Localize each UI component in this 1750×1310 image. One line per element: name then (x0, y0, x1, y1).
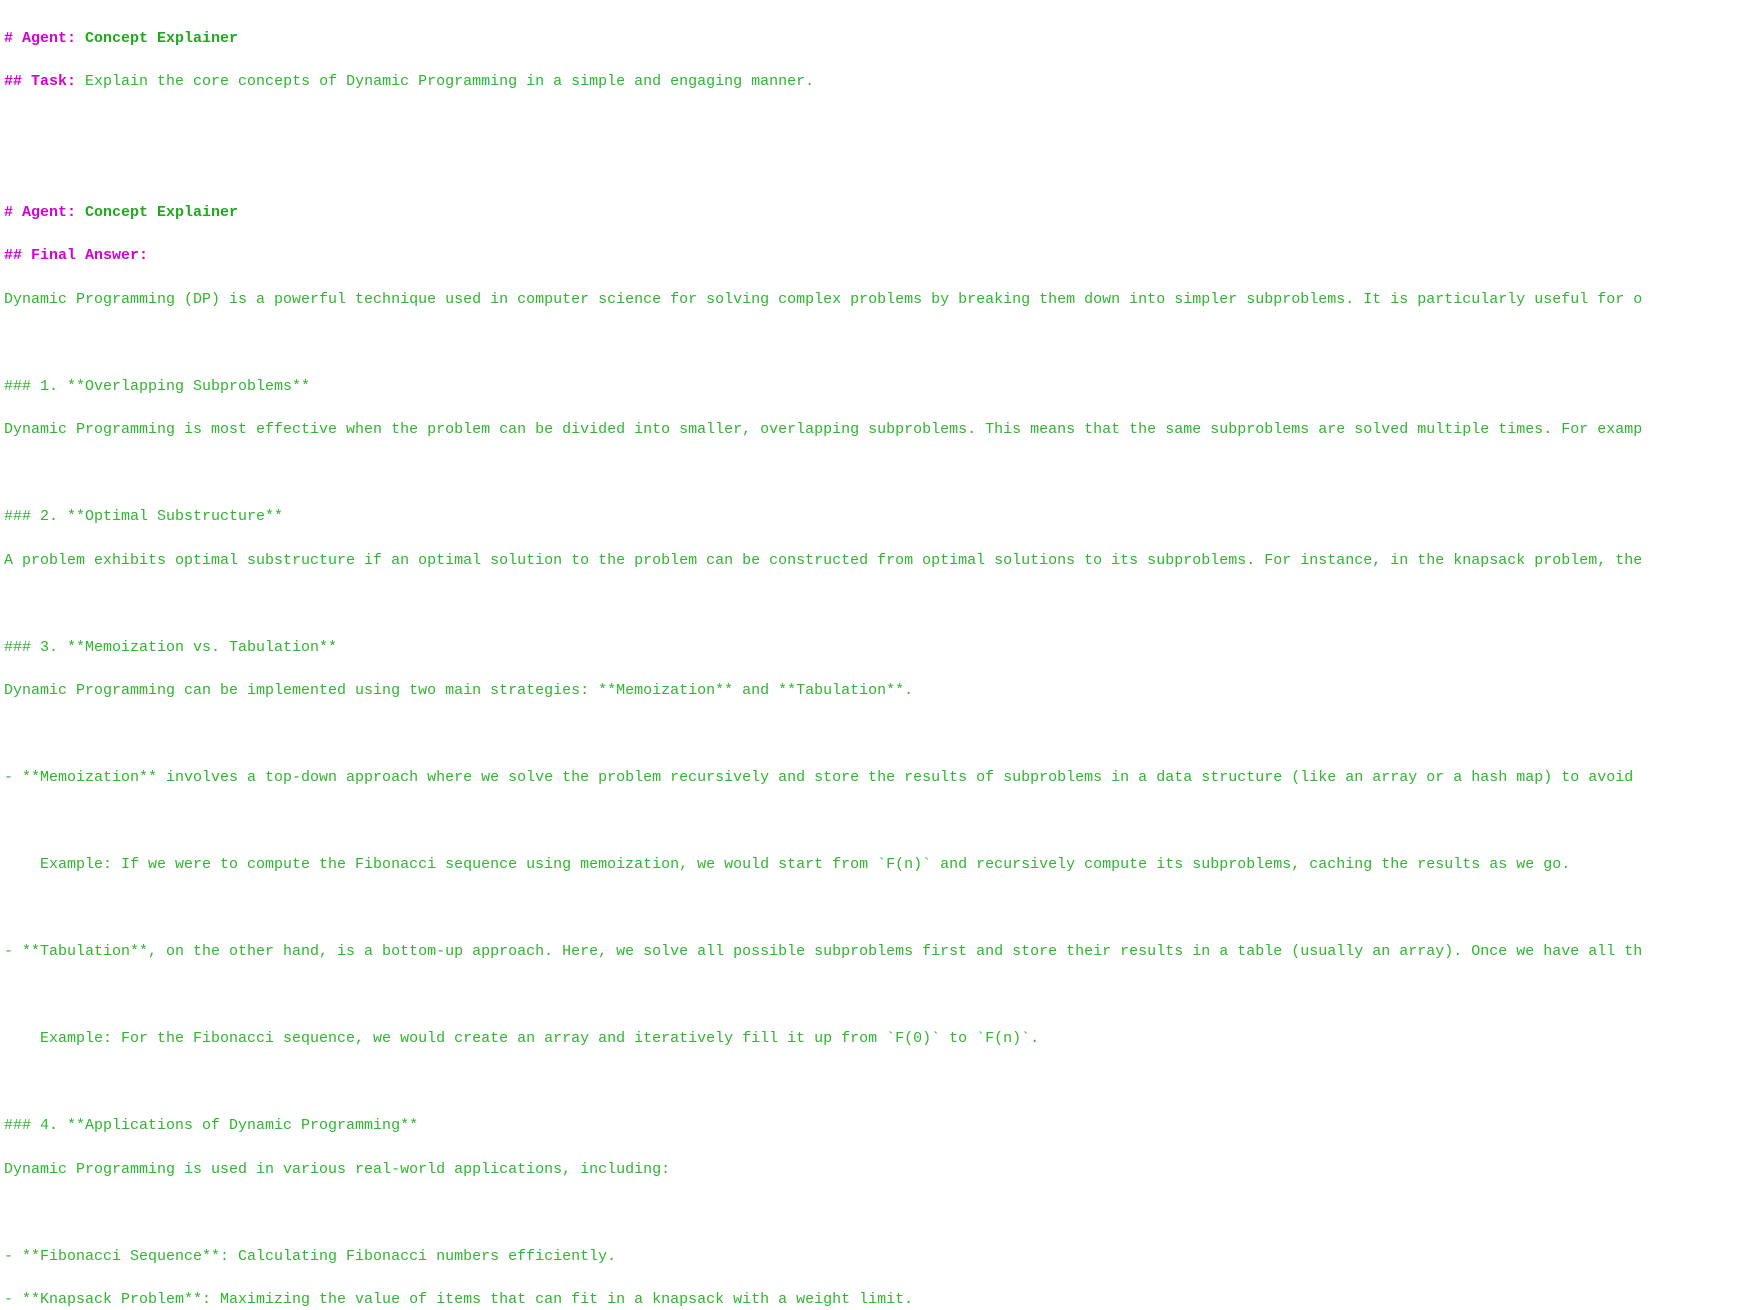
hash-marker: # (4, 204, 22, 221)
agent-name: Concept Explainer (76, 204, 238, 221)
terminal-output: # Agent: Concept Explainer ## Task: Expl… (0, 0, 1750, 1310)
section-paragraph-4: Dynamic Programming is used in various r… (4, 1159, 1746, 1181)
task-text: Explain the core concepts of Dynamic Pro… (76, 73, 814, 90)
memoization-bullet: - **Memoization** involves a top-down ap… (4, 767, 1746, 789)
task-line: ## Task: Explain the core concepts of Dy… (4, 71, 1746, 93)
final-answer-line: ## Final Answer: (4, 245, 1746, 267)
blank-line (4, 593, 1746, 615)
hash-marker: # (4, 30, 22, 47)
blank-line (4, 158, 1746, 180)
agent-label: Agent: (22, 30, 76, 47)
agent-name: Concept Explainer (76, 30, 238, 47)
blank-line (4, 1072, 1746, 1094)
blank-line (4, 463, 1746, 485)
agent-header-line-2: # Agent: Concept Explainer (4, 202, 1746, 224)
tabulation-example: Example: For the Fibonacci sequence, we … (4, 1028, 1746, 1050)
blank-line (4, 1202, 1746, 1224)
agent-header-line-1: # Agent: Concept Explainer (4, 28, 1746, 50)
section-paragraph-2: A problem exhibits optimal substructure … (4, 550, 1746, 572)
section-heading-1: ### 1. **Overlapping Subproblems** (4, 376, 1746, 398)
blank-line (4, 115, 1746, 137)
hash2-marker: ## (4, 247, 31, 264)
application-bullet-1: - **Fibonacci Sequence**: Calculating Fi… (4, 1246, 1746, 1268)
blank-line (4, 811, 1746, 833)
blank-line (4, 332, 1746, 354)
intro-paragraph: Dynamic Programming (DP) is a powerful t… (4, 289, 1746, 311)
section-heading-2: ### 2. **Optimal Substructure** (4, 506, 1746, 528)
section-heading-4: ### 4. **Applications of Dynamic Program… (4, 1115, 1746, 1137)
final-answer-label: Final Answer: (31, 247, 148, 264)
section-paragraph-3: Dynamic Programming can be implemented u… (4, 680, 1746, 702)
section-heading-3: ### 3. **Memoization vs. Tabulation** (4, 637, 1746, 659)
application-bullet-2: - **Knapsack Problem**: Maximizing the v… (4, 1289, 1746, 1310)
hash2-marker: ## (4, 73, 31, 90)
tabulation-bullet: - **Tabulation**, on the other hand, is … (4, 941, 1746, 963)
blank-line (4, 985, 1746, 1007)
section-paragraph-1: Dynamic Programming is most effective wh… (4, 419, 1746, 441)
blank-line (4, 724, 1746, 746)
memoization-example: Example: If we were to compute the Fibon… (4, 854, 1746, 876)
task-label: Task: (31, 73, 76, 90)
agent-label: Agent: (22, 204, 76, 221)
blank-line (4, 898, 1746, 920)
